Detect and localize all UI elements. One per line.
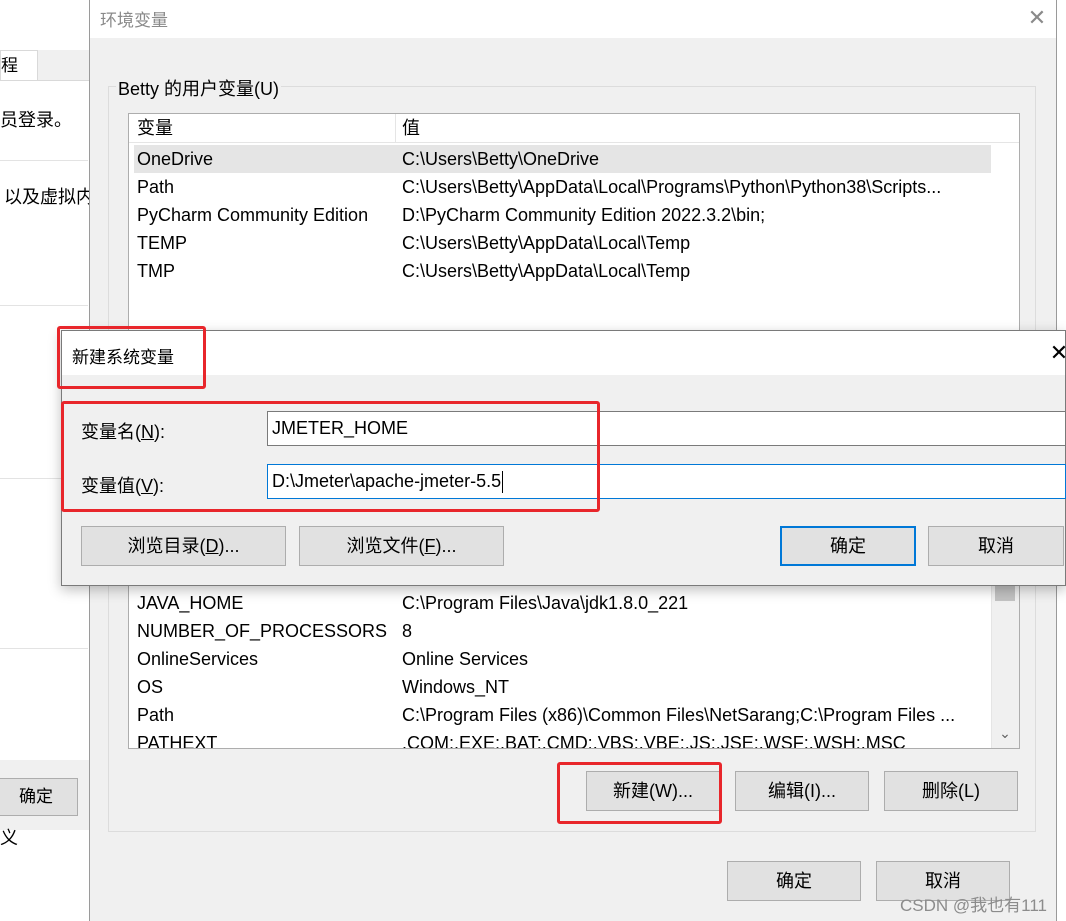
system-var-name[interactable]: Path [137,701,174,729]
column-header-variable[interactable]: 变量 [137,114,173,142]
dialog-cancel-button[interactable]: 取消 [928,526,1064,566]
user-var-name[interactable]: Path [137,173,174,201]
system-var-value: C:\Program Files (x86)\Common Files\NetS… [402,705,956,725]
column-header-value[interactable]: 值 [402,114,420,142]
user-var-value: D:\PyCharm Community Edition 2022.3.2\bi… [402,205,766,225]
user-vars-group-label: Betty 的用户变量(U) [116,75,282,101]
dialog-ok-button[interactable]: 确定 [780,526,916,566]
highlight-dialog-title [57,326,206,389]
system-var-name[interactable]: OS [137,673,163,701]
system-var-value: Windows_NT [402,677,510,697]
scroll-down-icon[interactable]: ⌄ [993,721,1017,745]
user-var-value: C:\Users\Betty\OneDrive [402,149,600,169]
highlight-new-button [557,762,722,824]
user-var-name[interactable]: PyCharm Community Edition [137,201,368,229]
system-var-name[interactable]: OnlineServices [137,645,258,673]
background-tab-label: 程 [1,56,18,75]
background-tab[interactable]: 程 [0,50,38,80]
background-text-line2: 以及虚拟内 [4,187,94,207]
background-divider [0,648,88,649]
background-text-line1: 员登录。 [0,110,72,130]
dialog-titlebar [62,331,1065,375]
system-var-name[interactable]: PATHEXT [137,729,217,748]
background-bottom-glyph: 义 [0,828,18,848]
highlight-input-fields [61,401,600,512]
user-vars-list[interactable]: 变量 值 OneDrive C:\Users\Betty\OneDrive Pa… [128,113,1020,343]
user-var-value: C:\Users\Betty\AppData\Local\Programs\Py… [402,177,942,197]
system-var-value: .COM;.EXE;.BAT;.CMD;.VBS;.VBE;.JS;.JSE;.… [402,733,906,749]
column-separator[interactable] [395,114,396,142]
watermark: CSDN @我也有111 [900,896,1047,915]
user-var-name: OneDrive [137,149,214,169]
user-var-value: C:\Users\Betty\AppData\Local\Temp [402,261,691,281]
background-divider [0,160,88,161]
env-titlebar [90,0,1056,38]
user-var-value: C:\Users\Betty\AppData\Local\Temp [402,233,691,253]
browse-file-button[interactable]: 浏览文件(F)... [299,526,504,566]
scrollbar-thumb[interactable] [995,585,1015,601]
user-var-name[interactable]: TMP [137,257,175,285]
background-divider [0,305,88,306]
delete-variable-button[interactable]: 删除(L) [884,771,1018,811]
env-window-title: 环境变量 [100,11,168,30]
system-var-value: Online Services [402,649,529,669]
system-var-name[interactable]: JAVA_HOME [137,589,243,617]
env-ok-button[interactable]: 确定 [727,861,861,901]
edit-variable-button[interactable]: 编辑(I)... [735,771,869,811]
user-var-name[interactable]: TEMP [137,229,187,257]
system-var-value: C:\Program Files\Java\jdk1.8.0_221 [402,593,689,613]
system-var-name[interactable]: NUMBER_OF_PROCESSORS [137,617,387,645]
close-icon[interactable]: ✕ [1022,3,1052,33]
list-header: 变量 值 [129,114,1019,143]
background-ok-button[interactable]: 确定 [0,778,78,816]
browse-directory-button[interactable]: 浏览目录(D)... [81,526,286,566]
system-var-value: 8 [402,621,413,641]
close-icon[interactable]: ✕ [1047,339,1066,367]
system-vars-list[interactable]: JAVA_HOME C:\Program Files\Java\jdk1.8.0… [128,560,1020,749]
